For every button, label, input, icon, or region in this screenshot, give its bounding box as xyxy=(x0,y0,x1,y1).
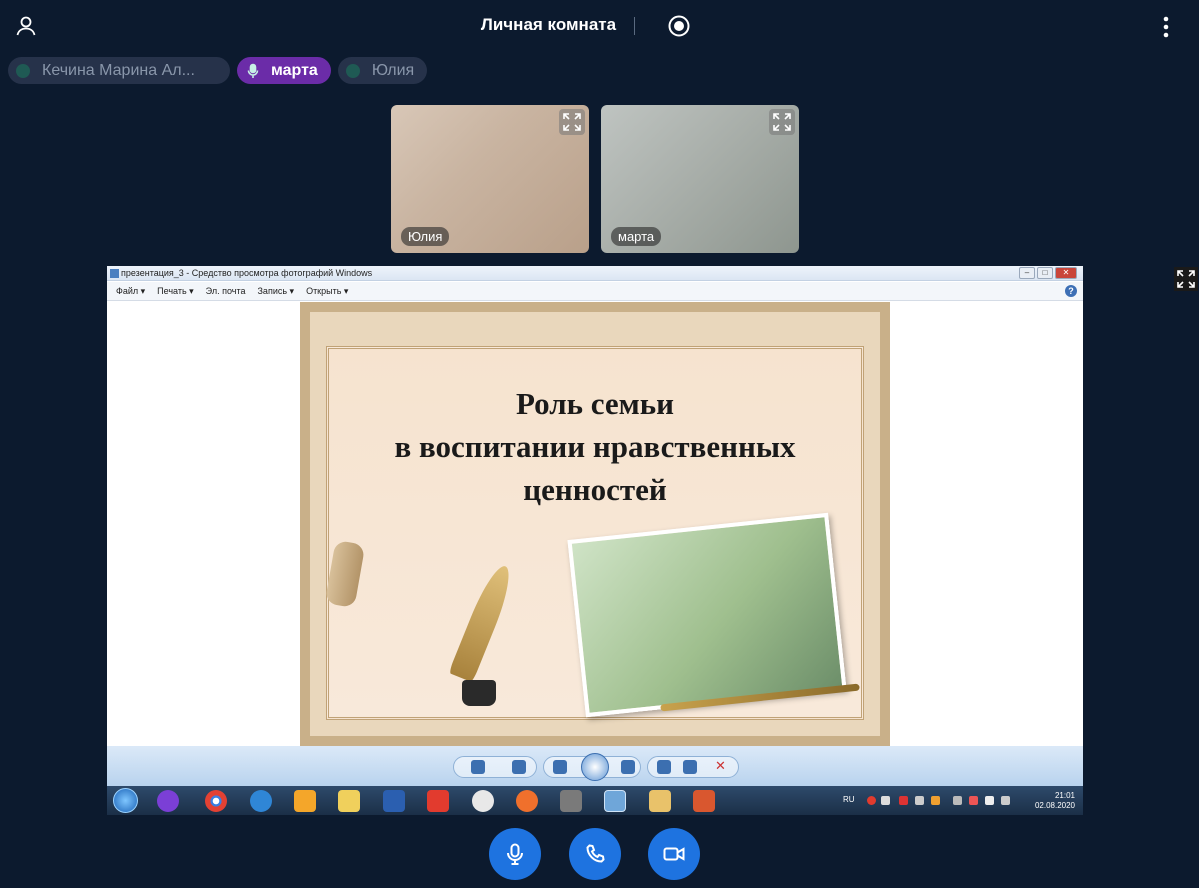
previous-icon[interactable] xyxy=(553,760,567,774)
rotate-left-icon[interactable] xyxy=(657,760,671,774)
phone-button[interactable] xyxy=(569,828,621,880)
window-title: презентация_3 - Средство просмотра фотог… xyxy=(121,268,373,278)
tray-app-icon[interactable] xyxy=(931,796,940,805)
expand-icon[interactable] xyxy=(1174,267,1198,291)
minimize-icon[interactable]: – xyxy=(1019,267,1035,279)
firefox-icon[interactable] xyxy=(516,790,538,812)
participant-name: марта xyxy=(271,61,318,79)
photo-viewer-icon[interactable] xyxy=(604,790,626,812)
chrome-icon[interactable] xyxy=(205,790,227,812)
video-tile-name: Юлия xyxy=(401,227,450,246)
music-icon[interactable] xyxy=(338,790,360,812)
participant-chip-active[interactable]: марта xyxy=(237,57,331,84)
close-icon[interactable]: ✕ xyxy=(1055,267,1077,279)
menu-item-file[interactable]: Файл ▾ xyxy=(116,286,145,297)
camera-button[interactable] xyxy=(648,828,700,880)
record-icon[interactable] xyxy=(668,15,690,37)
video-tile[interactable]: Юлия xyxy=(391,105,589,253)
inkwell-illustration xyxy=(462,680,496,706)
tray-yandex-icon[interactable] xyxy=(867,796,876,805)
viewer-toolbar: ✕ xyxy=(107,746,1083,786)
next-icon[interactable] xyxy=(621,760,635,774)
participant-chip[interactable]: Кечина Марина Ал... xyxy=(8,57,230,84)
windows-taskbar: RU 21:01 02.08.2020 xyxy=(107,786,1083,815)
camera-icon xyxy=(663,847,685,861)
alice-icon[interactable] xyxy=(157,790,179,812)
delete-icon[interactable]: ✕ xyxy=(715,759,729,773)
status-dot xyxy=(345,63,360,78)
scanner-icon[interactable] xyxy=(560,790,582,812)
video-tile[interactable]: марта xyxy=(601,105,799,253)
microphone-icon xyxy=(247,63,259,78)
participant-name: Юлия xyxy=(371,61,415,79)
media-player-icon[interactable] xyxy=(294,790,316,812)
zoom-icon[interactable] xyxy=(471,760,485,774)
participant-name: Кечина Марина Ал... xyxy=(42,61,195,79)
video-tile-name: марта xyxy=(611,227,662,246)
fit-icon[interactable] xyxy=(512,760,526,774)
room-title: Личная комната xyxy=(480,15,617,34)
microphone-button[interactable] xyxy=(489,828,541,880)
rotate-right-icon[interactable] xyxy=(683,760,697,774)
kebab-menu-icon[interactable] xyxy=(1156,14,1176,40)
clock-date: 02.08.2020 xyxy=(1034,801,1075,810)
word-icon[interactable] xyxy=(383,790,405,812)
app-icon xyxy=(110,269,119,278)
menu-item-burn[interactable]: Запись ▾ xyxy=(258,286,295,297)
presentation-slide: Роль семьи в воспитании нравственных цен… xyxy=(300,302,890,746)
top-bar: Личная комната xyxy=(0,0,1199,52)
yandex-browser-icon[interactable] xyxy=(472,790,494,812)
tray-app-icon[interactable] xyxy=(915,796,924,805)
internet-explorer-icon[interactable] xyxy=(250,790,272,812)
clock-time: 21:01 xyxy=(1054,791,1075,800)
slide-title-line: в воспитании нравственных xyxy=(394,429,796,464)
network-icon[interactable] xyxy=(1001,796,1010,805)
help-icon[interactable]: ? xyxy=(1065,285,1077,297)
volume-icon[interactable] xyxy=(881,796,890,805)
folder-icon[interactable] xyxy=(649,790,671,812)
language-indicator[interactable]: RU xyxy=(843,795,855,804)
shared-screen[interactable]: презентация_3 - Средство просмотра фотог… xyxy=(107,266,1083,815)
microphone-icon xyxy=(507,843,523,865)
tray-clock[interactable]: 21:01 02.08.2020 xyxy=(1035,791,1075,811)
tray-app-icon[interactable] xyxy=(953,796,962,805)
slide-title-line: ценностей xyxy=(523,472,667,507)
family-photo xyxy=(567,512,847,718)
expand-icon[interactable] xyxy=(559,109,585,135)
slide-title: Роль семьи в воспитании нравственных цен… xyxy=(310,382,880,511)
title-separator xyxy=(634,16,636,35)
yandex-icon[interactable] xyxy=(427,790,449,812)
viewer-menubar: Файл ▾ Печать ▾ Эл. почта Запись ▾ Откры… xyxy=(107,282,1083,301)
slide-title-line: Роль семьи xyxy=(515,386,675,421)
call-controls xyxy=(0,828,1199,880)
menu-item-email[interactable]: Эл. почта xyxy=(206,286,246,296)
participant-chips: Кечина Марина Ал... марта Юлия xyxy=(8,57,428,84)
participant-chip[interactable]: Юлия xyxy=(337,57,428,84)
slideshow-icon[interactable] xyxy=(581,753,609,781)
tray-app-icon[interactable] xyxy=(899,796,908,805)
phone-icon xyxy=(586,844,605,863)
expand-icon[interactable] xyxy=(769,109,795,135)
powerpoint-icon[interactable] xyxy=(693,790,715,812)
room-title-wrap: Личная комната xyxy=(0,15,1130,35)
menu-item-open[interactable]: Открыть ▾ xyxy=(306,286,348,297)
menu-item-print[interactable]: Печать ▾ xyxy=(157,286,194,297)
status-dot xyxy=(16,63,30,78)
maximize-icon[interactable]: □ xyxy=(1037,267,1053,279)
tray-app-icon[interactable] xyxy=(985,796,994,805)
window-titlebar: презентация_3 - Средство просмотра фотог… xyxy=(107,266,1083,281)
start-button-icon[interactable] xyxy=(113,788,138,813)
tray-app-icon[interactable] xyxy=(969,796,978,805)
window-controls: – □ ✕ xyxy=(1019,267,1077,279)
